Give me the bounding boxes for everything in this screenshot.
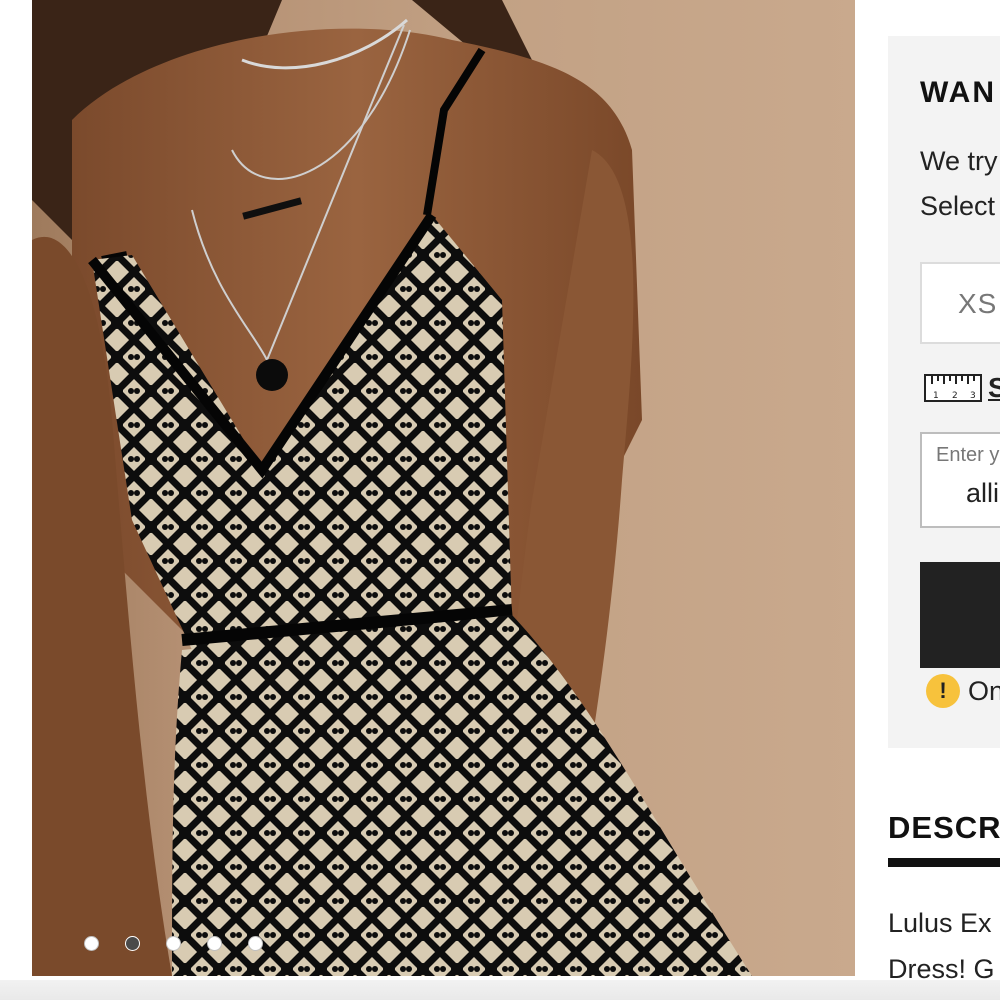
description-text-line-1: Lulus Ex	[888, 908, 992, 938]
bottom-bar	[0, 980, 1000, 1000]
warning-icon: !	[926, 674, 960, 708]
size-select[interactable]: XS	[920, 262, 1000, 344]
svg-text:2: 2	[952, 391, 958, 401]
size-guide-link[interactable]: 1 2 3 S	[924, 372, 1000, 404]
back-in-stock-panel: WAN We try Select XS 1 2 3 S Enter y all…	[888, 36, 1000, 748]
stock-notice: ! On	[926, 674, 1000, 708]
email-field[interactable]: Enter y alli	[920, 432, 1000, 528]
panel-text-line-2: Select	[920, 191, 996, 221]
description-underline	[888, 858, 1000, 867]
svg-text:3: 3	[970, 391, 976, 401]
panel-text-line-1: We try	[920, 146, 998, 176]
panel-title: WAN	[920, 76, 996, 109]
description-heading[interactable]: DESCR	[888, 810, 1000, 846]
size-guide-label[interactable]: S	[988, 372, 1000, 404]
carousel-dot-4[interactable]	[207, 936, 222, 951]
carousel-dot-2[interactable]	[125, 936, 140, 951]
carousel-dot-5[interactable]	[248, 936, 263, 951]
email-field-label: Enter y	[936, 444, 1000, 466]
stock-notice-text: On	[968, 675, 1000, 706]
notify-me-button[interactable]	[920, 562, 1000, 668]
svg-text:1: 1	[933, 391, 939, 401]
ruler-icon: 1 2 3	[924, 374, 982, 402]
size-select-value: XS	[958, 288, 998, 319]
product-photo-illustration	[32, 0, 752, 976]
carousel-dot-1[interactable]	[84, 936, 99, 951]
carousel-dots	[84, 936, 263, 951]
product-image[interactable]	[32, 0, 855, 976]
email-field-value[interactable]: alli	[966, 478, 999, 509]
carousel-dot-3[interactable]	[166, 936, 181, 951]
